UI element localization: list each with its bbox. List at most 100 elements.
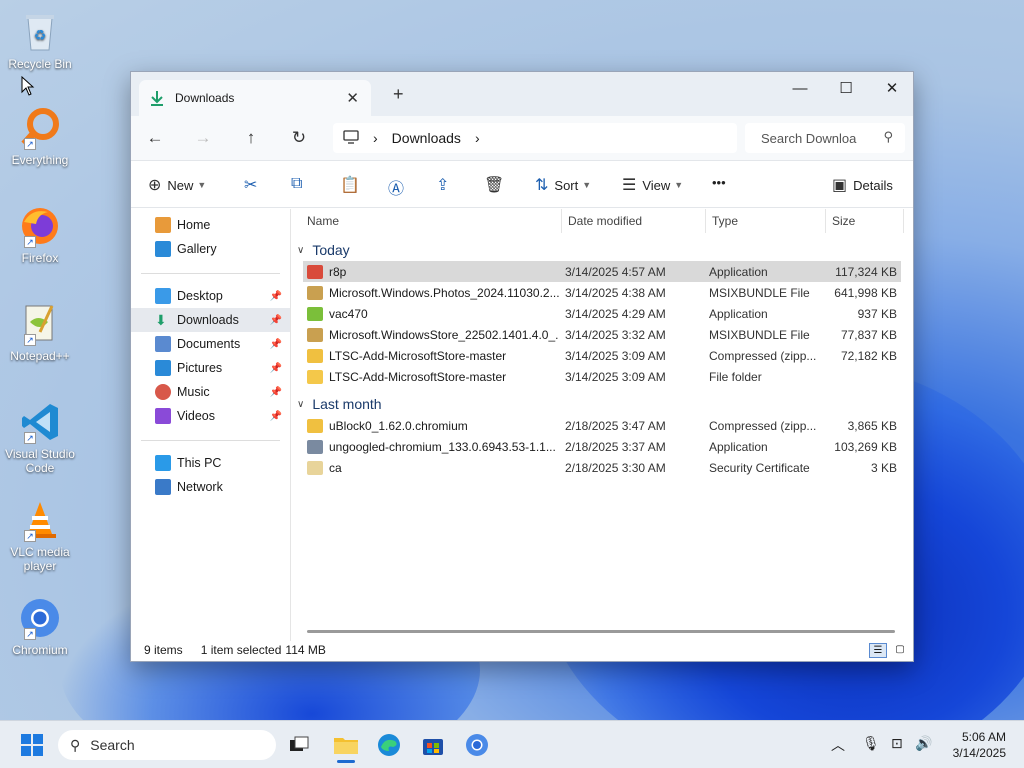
microsoft-store-icon[interactable] bbox=[421, 733, 445, 757]
nav-item-videos[interactable]: Videos 📌 bbox=[131, 404, 290, 428]
column-name[interactable]: Name bbox=[291, 209, 562, 233]
tiles-view-button[interactable]: ▢ bbox=[891, 643, 909, 658]
edge-icon[interactable] bbox=[377, 733, 401, 757]
file-name: Microsoft.Windows.Photos_2024.11030.2... bbox=[329, 285, 559, 300]
file-date: 3/14/2025 3:09 AM bbox=[565, 348, 666, 363]
documents-icon bbox=[155, 336, 171, 352]
notepadpp-icon: ↗ bbox=[18, 302, 62, 346]
nav-item-this-pc[interactable]: This PC bbox=[131, 451, 290, 475]
group-header-today[interactable]: ∨ Today bbox=[291, 239, 913, 261]
sort-button[interactable]: ⇅ Sort ▼ bbox=[535, 175, 591, 195]
desktop-icon-label: Chromium bbox=[12, 643, 68, 657]
column-type[interactable]: Type bbox=[706, 209, 826, 233]
pictures-icon bbox=[155, 360, 171, 376]
nav-item-pictures[interactable]: Pictures 📌 bbox=[131, 356, 290, 380]
column-size[interactable]: Size bbox=[826, 209, 904, 233]
desktop-icon-vlc[interactable]: ↗ VLC media player bbox=[4, 498, 76, 573]
file-type: Application bbox=[709, 439, 768, 454]
file-row[interactable]: uBlock0_1.62.0.chromium 2/18/2025 3:47 AM… bbox=[303, 415, 901, 436]
file-row[interactable]: LTSC-Add-MicrosoftStore-master 3/14/2025 … bbox=[303, 345, 901, 366]
share-button[interactable]: ⇪ bbox=[436, 175, 455, 195]
details-pane-button[interactable]: ▣ Details bbox=[832, 175, 893, 195]
desktop-icon-chromium[interactable]: ↗ Chromium bbox=[4, 596, 76, 657]
breadcrumb-location[interactable]: Downloads bbox=[392, 130, 461, 146]
desktop-icon-firefox[interactable]: ↗ Firefox bbox=[4, 204, 76, 265]
new-button[interactable]: ⊕ New ▼ bbox=[148, 175, 206, 195]
new-tab-button[interactable]: + bbox=[393, 84, 404, 105]
file-row[interactable]: r8p 3/14/2025 4:57 AM Application 117,324 K… bbox=[303, 261, 901, 282]
nav-item-desktop[interactable]: Desktop 📌 bbox=[131, 284, 290, 308]
desktop-icon-notepadpp[interactable]: ↗ Notepad++ bbox=[4, 302, 76, 363]
maximize-button[interactable]: ☐ bbox=[823, 76, 869, 104]
file-row[interactable]: ungoogled-chromium_133.0.6943.53-1.1... 2… bbox=[303, 436, 901, 457]
chevron-down-icon: ▼ bbox=[674, 180, 684, 190]
nav-item-network[interactable]: Network bbox=[131, 475, 290, 499]
file-row[interactable]: LTSC-Add-MicrosoftStore-master 3/14/2025 … bbox=[303, 366, 901, 387]
file-row[interactable]: ca 2/18/2025 3:30 AM Security Certificate 3… bbox=[303, 457, 901, 478]
microphone-icon[interactable]: 🎙 bbox=[862, 735, 880, 752]
back-button[interactable]: ← bbox=[131, 128, 179, 148]
volume-icon[interactable]: 🔊 bbox=[915, 735, 932, 752]
desktop-folder-icon bbox=[155, 288, 171, 304]
rename-button[interactable]: Ⓐ bbox=[388, 175, 410, 199]
details-view-button[interactable]: ☰ bbox=[869, 643, 887, 658]
cut-button[interactable]: ✂ bbox=[244, 175, 263, 195]
search-box[interactable]: Search Downloa ⚲ bbox=[745, 123, 905, 153]
chromium-taskbar-icon[interactable] bbox=[465, 733, 489, 757]
horizontal-scrollbar[interactable] bbox=[307, 630, 895, 633]
show-hidden-icons-button[interactable]: ︿ bbox=[831, 735, 845, 755]
file-explorer-taskbar-icon[interactable] bbox=[333, 733, 358, 763]
nav-label: Gallery bbox=[177, 242, 217, 256]
start-button[interactable] bbox=[21, 734, 43, 759]
minimize-button[interactable]: — bbox=[777, 76, 823, 104]
file-name-cell: ungoogled-chromium_133.0.6943.53-1.1... bbox=[303, 439, 559, 454]
file-row[interactable]: Microsoft.WindowsStore_22502.1401.4.0_..… bbox=[303, 324, 901, 345]
column-date-modified[interactable]: Date modified bbox=[562, 209, 706, 233]
more-icon: ••• bbox=[712, 175, 726, 190]
desktop-icon-everything[interactable]: ↗ Everything bbox=[4, 106, 76, 167]
view-button[interactable]: ☰ View ▼ bbox=[622, 175, 683, 195]
nav-label: Home bbox=[177, 218, 211, 232]
taskbar-search[interactable]: ⚲ Search bbox=[58, 730, 276, 760]
download-icon bbox=[151, 91, 163, 106]
file-row[interactable]: Microsoft.Windows.Photos_2024.11030.2...… bbox=[303, 282, 901, 303]
nav-label: Videos bbox=[177, 409, 215, 423]
breadcrumb-chevron-icon[interactable]: › bbox=[475, 130, 480, 146]
copy-button[interactable]: ⧉ bbox=[291, 175, 308, 193]
desktop-icon-label: Recycle Bin bbox=[8, 57, 72, 71]
pin-icon: 📌 bbox=[269, 410, 282, 422]
up-button[interactable]: ↑ bbox=[227, 128, 275, 148]
nav-item-downloads[interactable]: ⬇ Downloads 📌 bbox=[131, 308, 290, 332]
delete-button[interactable]: 🗑 bbox=[484, 175, 510, 195]
file-row[interactable]: vac470 3/14/2025 4:29 AM Application 937 KB bbox=[303, 303, 901, 324]
breadcrumb[interactable]: › Downloads › bbox=[333, 123, 737, 153]
file-size: 103,269 KB bbox=[834, 439, 897, 454]
tab-downloads[interactable]: Downloads ✕ bbox=[139, 80, 371, 116]
desktop-icon-label: Notepad++ bbox=[10, 349, 70, 363]
navigation-pane: Home Gallery Desktop 📌 ⬇ Downloads 📌 Docume… bbox=[131, 209, 291, 641]
search-icon: ⚲ bbox=[70, 736, 81, 753]
desktop-icon-label: VLC media player bbox=[10, 545, 70, 573]
network-icon[interactable]: ⊡ bbox=[891, 735, 903, 752]
desktop-icon-label: Visual Studio Code bbox=[5, 447, 75, 475]
refresh-button[interactable]: ↻ bbox=[275, 128, 323, 148]
close-window-button[interactable]: ✕ bbox=[869, 76, 913, 104]
desktop-icon-recycle-bin[interactable]: ♻ Recycle Bin bbox=[4, 10, 76, 71]
task-view-icon[interactable] bbox=[287, 733, 311, 757]
nav-item-music[interactable]: Music 📌 bbox=[131, 380, 290, 404]
file-size: 3 KB bbox=[870, 460, 897, 475]
more-options-button[interactable]: ••• bbox=[712, 175, 726, 190]
nav-item-gallery[interactable]: Gallery bbox=[131, 237, 290, 261]
vlc-icon: ↗ bbox=[18, 498, 62, 542]
forward-button[interactable]: → bbox=[179, 128, 227, 148]
group-label: Today bbox=[312, 242, 350, 258]
nav-item-documents[interactable]: Documents 📌 bbox=[131, 332, 290, 356]
paste-button[interactable]: 📋 bbox=[340, 175, 366, 195]
group-header-last-month[interactable]: ∨ Last month bbox=[291, 393, 913, 415]
rename-icon: Ⓐ bbox=[388, 181, 405, 198]
close-tab-icon[interactable]: ✕ bbox=[346, 89, 359, 107]
nav-item-home[interactable]: Home bbox=[131, 213, 290, 237]
system-clock[interactable]: 5:06 AM 3/14/2025 bbox=[953, 729, 1006, 761]
desktop-icon-vscode[interactable]: ↗ Visual Studio Code bbox=[4, 400, 76, 475]
chevron-down-icon: ∨ bbox=[297, 398, 305, 410]
